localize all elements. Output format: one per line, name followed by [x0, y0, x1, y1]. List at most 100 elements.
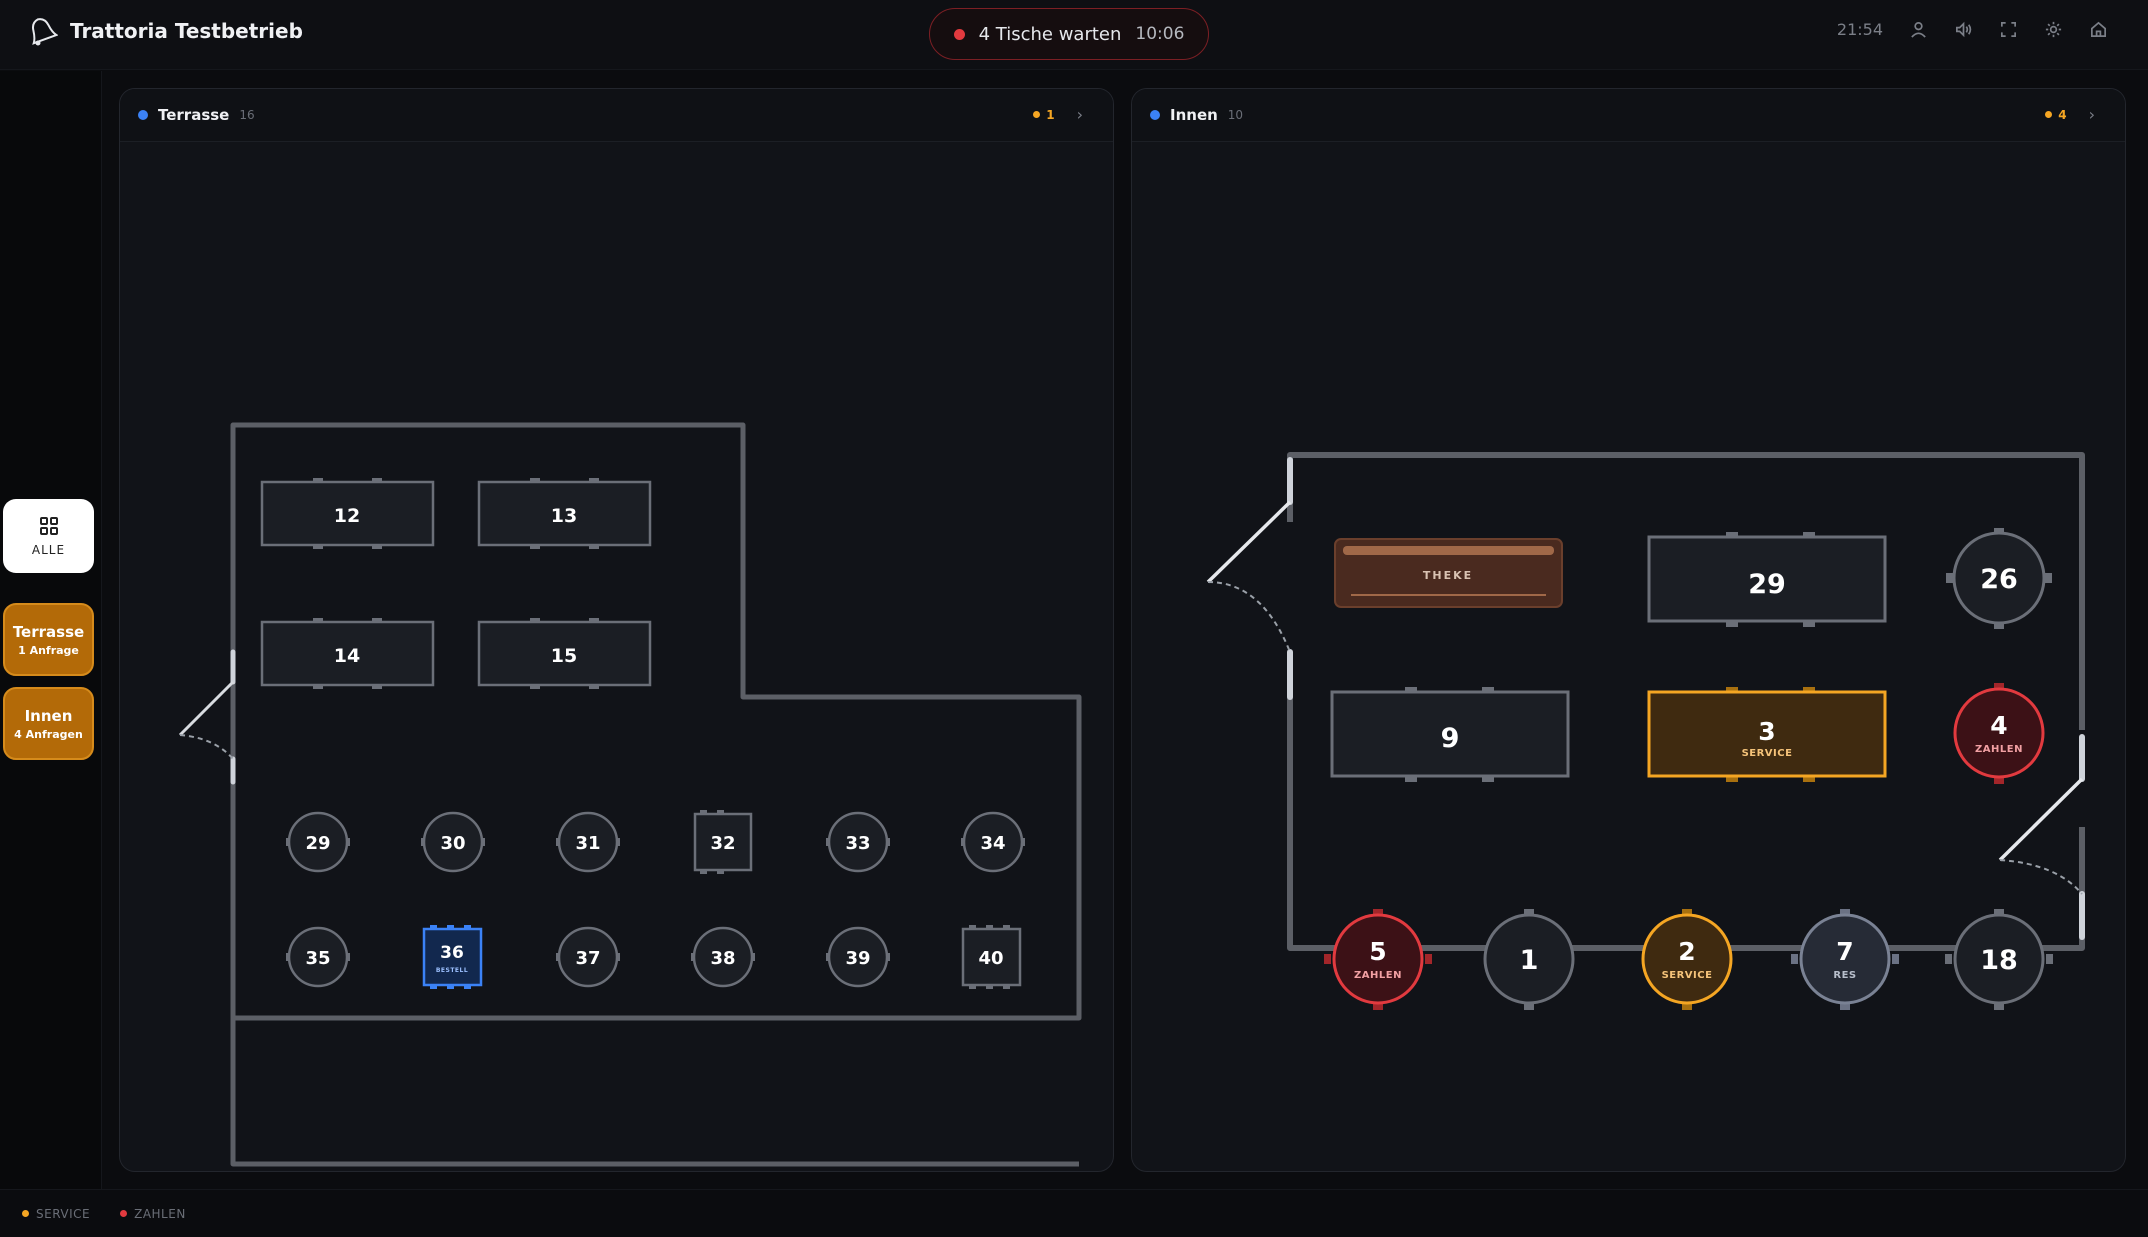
chevron-right-icon[interactable]: › [2089, 105, 2095, 124]
svg-text:35: 35 [305, 948, 330, 969]
svg-text:34: 34 [980, 833, 1005, 854]
svg-text:THEKE: THEKE [1423, 569, 1473, 582]
svg-text:29: 29 [1748, 569, 1786, 600]
table-5[interactable]: 5 ZAHLEN [1324, 909, 1432, 1010]
speaker-icon[interactable] [1954, 20, 1973, 39]
svg-text:33: 33 [845, 833, 870, 854]
zone-button-innen[interactable]: Innen 4 Anfragen [3, 687, 94, 760]
table-13[interactable]: 13 [477, 478, 652, 549]
svg-text:7: 7 [1836, 937, 1853, 966]
door-leaf [1998, 777, 2084, 862]
user-icon[interactable] [1909, 20, 1928, 39]
home-icon[interactable] [2089, 20, 2108, 39]
svg-text:3: 3 [1758, 717, 1775, 746]
svg-text:31: 31 [575, 833, 600, 854]
table-7[interactable]: 7 RES [1791, 909, 1899, 1010]
door-swing [1207, 581, 1291, 653]
table-4[interactable]: 4 ZAHLEN [1953, 683, 2045, 784]
table-38[interactable]: 38 [691, 926, 755, 988]
top-right-controls: 21:54 [1837, 20, 2108, 39]
door-swing [179, 734, 234, 760]
table-2[interactable]: 2 SERVICE [1641, 909, 1733, 1010]
svg-text:18: 18 [1980, 945, 2018, 976]
zone-button-terrasse[interactable]: Terrasse 1 Anfrage [3, 603, 94, 676]
svg-text:29: 29 [305, 833, 330, 854]
brand: Trattoria Testbetrieb [24, 14, 303, 48]
grid-icon [39, 517, 58, 535]
svg-text:4: 4 [1990, 711, 2007, 740]
zone-name: Innen [24, 706, 73, 725]
svg-text:26: 26 [1980, 564, 2018, 595]
table-14[interactable]: 14 [260, 618, 435, 689]
table-29[interactable]: 29 [1647, 532, 1887, 627]
svg-text:12: 12 [334, 505, 360, 527]
zone-requests: 4 Anfragen [14, 727, 83, 741]
zone-status-dot [1150, 110, 1160, 120]
zone-requests: 1 Anfrage [18, 643, 79, 657]
door-leaf [1206, 500, 1292, 584]
request-badge: 1 [1033, 108, 1055, 122]
table-3[interactable]: 3 SERVICE [1647, 687, 1887, 782]
status-label: BESTELL [436, 967, 468, 974]
table-39[interactable]: 39 [826, 926, 890, 988]
status-label: RES [1833, 970, 1856, 981]
svg-text:15: 15 [551, 645, 577, 667]
panel-terrasse: Terrasse 16 1 › 12 13 14 15 29 30 31 32 … [119, 88, 1114, 1172]
table-35[interactable]: 35 [286, 926, 350, 988]
svg-text:36: 36 [440, 943, 464, 963]
all-zones-label: ALLE [31, 543, 66, 557]
floor-plan: 12 13 14 15 29 30 31 32 33 34 35 36 BEST… [120, 142, 1113, 1171]
door-leaf [178, 680, 235, 737]
svg-text:30: 30 [440, 833, 465, 854]
bell-icon [32, 18, 58, 46]
waiting-text: 4 Tische warten [978, 23, 1122, 45]
table-34[interactable]: 34 [961, 811, 1025, 873]
top-bar: Trattoria Testbetrieb 4 Tische warten 10… [0, 0, 2148, 70]
table-33[interactable]: 33 [826, 811, 890, 873]
all-zones-button[interactable]: ALLE [3, 499, 94, 573]
panel-header: Terrasse 16 1 › [120, 89, 1113, 142]
svg-text:14: 14 [334, 645, 360, 667]
floor-plan-innen: THEKE 29 26 9 3 SERVICE 4 ZAHLEN 5 ZAHLE… [1206, 452, 2085, 1010]
panel-header: Innen 10 4 › [1132, 89, 2125, 142]
zone-name: Terrasse [12, 622, 85, 641]
status-legend: SERVICE ZAHLEN [0, 1189, 2148, 1237]
gear-icon[interactable] [2044, 20, 2063, 39]
table-37[interactable]: 37 [556, 926, 620, 988]
table-9[interactable]: 9 [1330, 687, 1570, 782]
table-32[interactable]: 32 [693, 810, 753, 874]
floor-plan: THEKE 29 26 9 3 SERVICE 4 ZAHLEN 5 ZAHLE… [1132, 142, 2125, 1171]
status-label: SERVICE [1662, 970, 1713, 981]
svg-text:1: 1 [1520, 945, 1539, 976]
table-31[interactable]: 31 [556, 811, 620, 873]
svg-text:5: 5 [1369, 937, 1386, 966]
svg-text:9: 9 [1441, 723, 1460, 754]
door-swing [1999, 859, 2083, 895]
fullscreen-icon[interactable] [1999, 20, 2018, 39]
floor-plan-terrasse: 12 13 14 15 29 30 31 32 33 34 35 36 BEST… [178, 422, 1082, 1167]
chevron-right-icon[interactable]: › [1077, 105, 1083, 124]
waiting-time: 10:06 [1135, 24, 1185, 44]
table-15[interactable]: 15 [477, 618, 652, 689]
table-1[interactable]: 1 [1483, 909, 1575, 1010]
zone-name: Innen [1170, 106, 1218, 124]
table-count: 10 [1227, 108, 1244, 122]
alert-dot [953, 28, 965, 40]
table-36[interactable]: 36 BESTELL [422, 925, 483, 989]
table-26[interactable]: 26 [1946, 528, 2052, 629]
waiting-tables-pill[interactable]: 4 Tische warten 10:06 [929, 8, 1209, 60]
table-40[interactable]: 40 [961, 925, 1022, 989]
request-badge: 4 [2045, 108, 2067, 122]
svg-text:38: 38 [710, 948, 735, 969]
status-label: ZAHLEN [1354, 970, 1402, 981]
table-18[interactable]: 18 [1945, 909, 2053, 1010]
svg-text:13: 13 [551, 505, 577, 527]
legend-service: SERVICE [22, 1207, 90, 1221]
counter-theke: THEKE [1334, 538, 1563, 608]
table-12[interactable]: 12 [260, 478, 435, 549]
panel-innen: Innen 10 4 › THEKE 29 26 9 3 SERVICE 4 Z… [1131, 88, 2126, 1172]
table-30[interactable]: 30 [421, 811, 485, 873]
zone-rail: ALLE Terrasse 1 Anfrage Innen 4 Anfragen [0, 71, 102, 1189]
table-29[interactable]: 29 [286, 811, 350, 873]
svg-text:40: 40 [978, 948, 1003, 969]
